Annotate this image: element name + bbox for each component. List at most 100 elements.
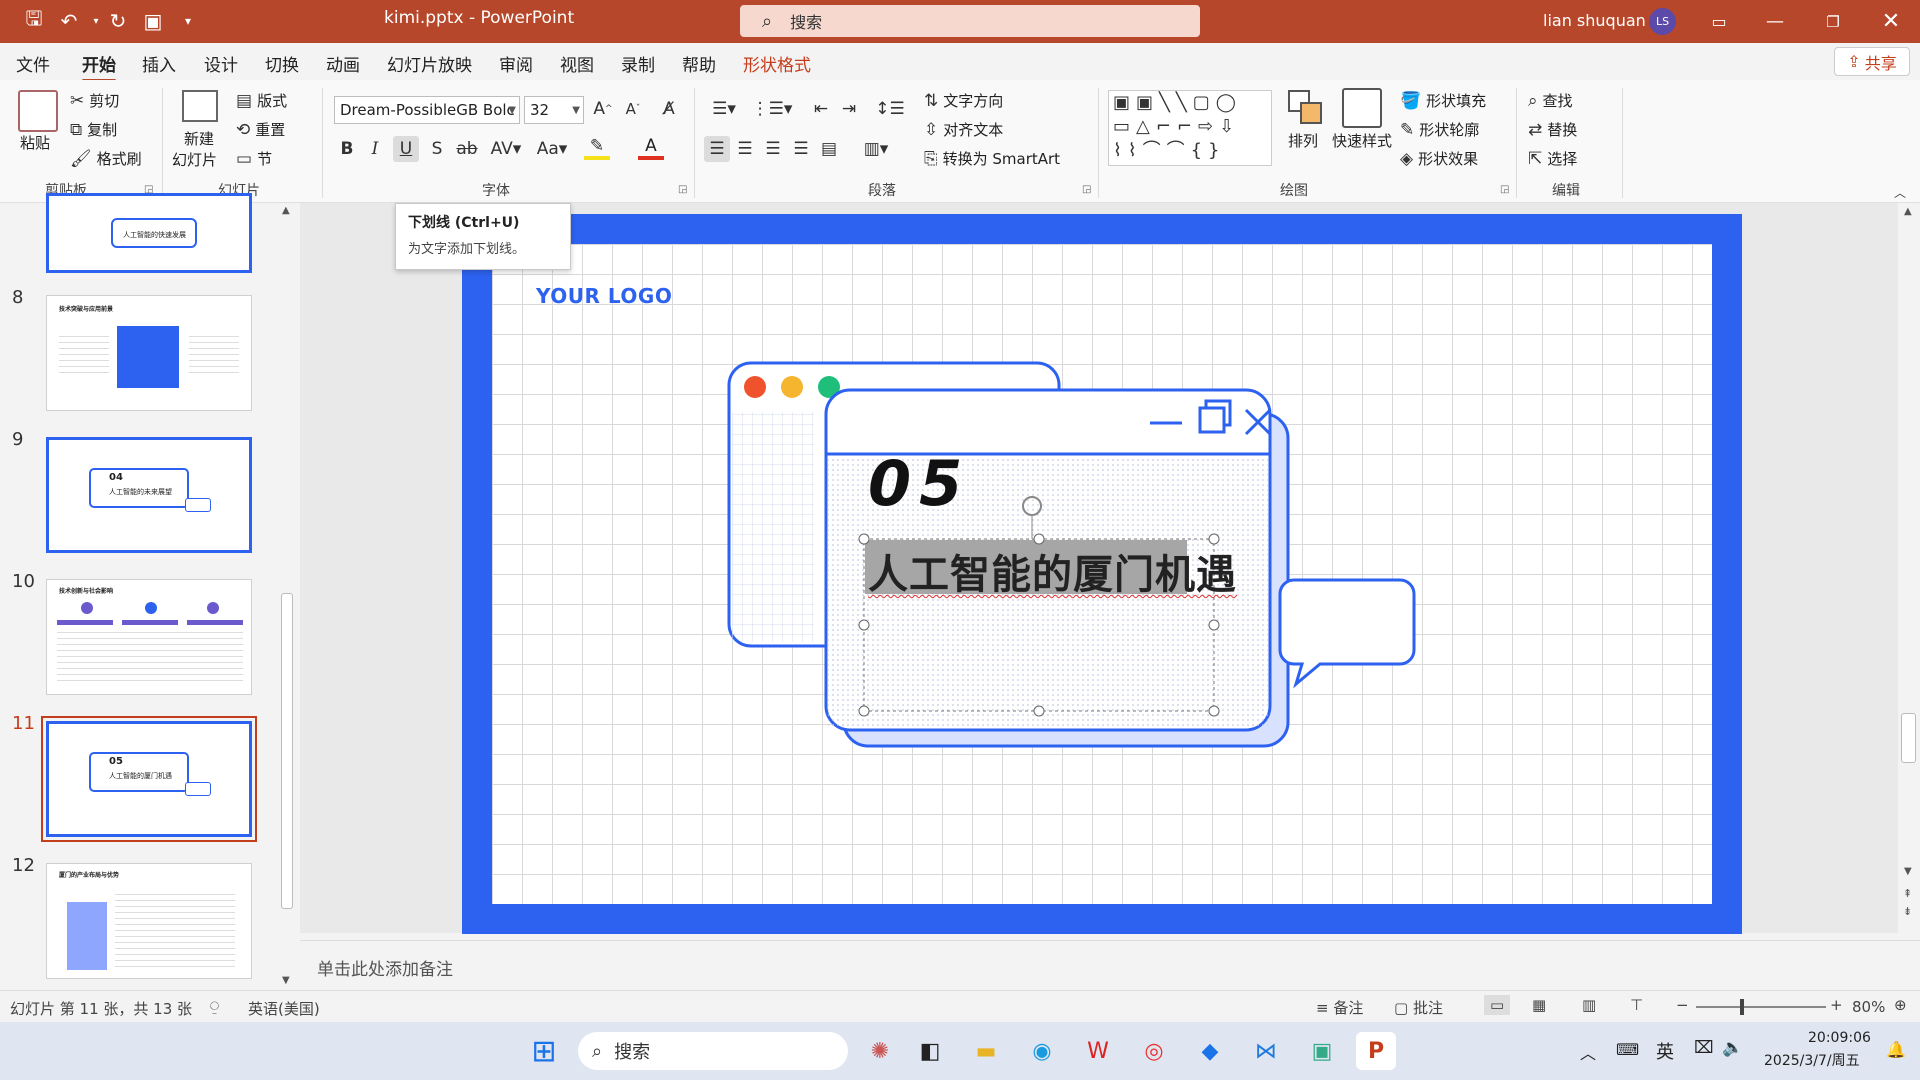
share-button[interactable]: ⇪ 共享 [1834, 47, 1910, 76]
current-slide[interactable]: YOUR LOGO 05 人工智能的厦门机遇 [462, 214, 1742, 934]
scrollbar-thumb[interactable] [281, 593, 293, 909]
increase-indent-icon[interactable]: ⇥ [836, 96, 862, 122]
smartart-button[interactable]: ⎘ 转换为 SmartArt [924, 148, 1060, 169]
slide-thumbnail-11[interactable]: 05 人工智能的厦门机遇 [41, 716, 257, 842]
powerpoint-icon[interactable]: P [1356, 1032, 1396, 1070]
tab-animations[interactable]: 动画 [326, 51, 360, 76]
comments-button[interactable]: ▢ 批注 [1394, 997, 1443, 1018]
align-left-icon[interactable]: ☰ [704, 136, 730, 162]
close-icon[interactable]: ✕ [1868, 0, 1914, 43]
scroll-down-icon[interactable]: ▼ [282, 975, 290, 986]
shrink-font-icon[interactable]: Aˇ [620, 96, 646, 122]
app-icon[interactable]: ◆ [1190, 1032, 1230, 1070]
scrollbar-thumb[interactable] [1901, 713, 1916, 763]
tab-design[interactable]: 设计 [204, 51, 238, 76]
zoom-in-icon[interactable]: + [1830, 996, 1843, 1014]
normal-view-icon[interactable]: ▭ [1484, 995, 1511, 1015]
bullets-icon[interactable]: ☰▾ [704, 96, 744, 122]
shape-effects-button[interactable]: ◈ 形状效果 [1400, 148, 1478, 169]
ribbon-display-icon[interactable]: ▭ [1696, 0, 1742, 43]
zoom-slider-handle[interactable] [1740, 999, 1744, 1015]
windows-start-icon[interactable]: ⊞ [524, 1032, 564, 1070]
quick-styles-label[interactable]: 快速样式 [1332, 130, 1392, 151]
redo-icon[interactable]: ↻ [104, 8, 132, 34]
columns-icon[interactable]: ▥▾ [856, 136, 896, 162]
change-case-icon[interactable]: Aa▾ [532, 136, 572, 162]
edge-icon[interactable]: ◉ [1022, 1032, 1062, 1070]
taskbar-search[interactable]: ⌕ 搜索 [578, 1032, 848, 1070]
replace-button[interactable]: ⇄ 替换 [1528, 119, 1577, 140]
distributed-icon[interactable]: ▤ [816, 136, 842, 162]
save-icon[interactable]: 🖫 [20, 6, 48, 34]
paste-icon[interactable] [18, 90, 58, 132]
clear-format-icon[interactable]: A̸ [656, 96, 682, 122]
user-name[interactable]: lian shuquan [1543, 11, 1646, 30]
thumbnail-scrollbar[interactable]: ▲ ▼ [278, 203, 298, 990]
ime-indicator[interactable]: 英 [1656, 1038, 1674, 1064]
minimize-icon[interactable]: — [1752, 0, 1798, 43]
collapse-ribbon-icon[interactable]: ︿ [1894, 184, 1906, 201]
zoom-slider[interactable] [1696, 1006, 1826, 1008]
undo-icon[interactable]: ↶ [55, 8, 83, 34]
grow-font-icon[interactable]: A ^ [590, 96, 616, 122]
keyboard-icon[interactable]: ⌨ [1616, 1040, 1639, 1059]
section-title[interactable]: 人工智能的厦门机遇 [868, 542, 1237, 600]
drawing-launcher-icon[interactable]: ◲ [1500, 184, 1509, 195]
char-spacing-icon[interactable]: AV▾ [486, 136, 526, 162]
slide-sorter-icon[interactable]: ▦ [1532, 996, 1546, 1014]
align-text-button[interactable]: ⇳ 对齐文本 [924, 119, 1003, 140]
tab-view[interactable]: 视图 [560, 51, 594, 76]
clock-time[interactable]: 20:09:06 [1808, 1030, 1871, 1046]
avatar[interactable]: LS [1649, 8, 1676, 35]
slide-thumbnail-10[interactable]: 技术创新与社会影响 [46, 579, 252, 695]
zoom-level[interactable]: 80% [1852, 998, 1885, 1016]
arrange-label[interactable]: 排列 [1288, 130, 1318, 151]
vscode-icon[interactable]: ⋈ [1246, 1032, 1286, 1070]
line-spacing-icon[interactable]: ↕☰ [870, 96, 910, 122]
network-icon[interactable]: ⌧ [1694, 1038, 1714, 1058]
tab-record[interactable]: 录制 [621, 51, 655, 76]
tab-insert[interactable]: 插入 [142, 51, 176, 76]
slide-scrollbar[interactable]: ▲ ▼ ⇞ ⇟ [1898, 203, 1920, 933]
italic-icon[interactable]: I [362, 136, 388, 162]
tab-transitions[interactable]: 切换 [265, 51, 299, 76]
section-button[interactable]: ▭ 节 [236, 148, 272, 169]
font-name-combo[interactable]: Dream-PossibleGB Bolc ▼ [334, 96, 520, 124]
clock-date[interactable]: 2025/3/7/周五 [1764, 1050, 1860, 1070]
tab-home[interactable]: 开始 [82, 51, 116, 82]
language-indicator[interactable]: 英语(美国) [248, 998, 320, 1019]
new-slide-icon[interactable] [182, 90, 218, 122]
reading-view-icon[interactable]: ▥ [1582, 996, 1596, 1014]
quick-styles-icon[interactable] [1342, 88, 1382, 128]
tab-review[interactable]: 审阅 [499, 51, 533, 76]
scroll-down-icon[interactable]: ▼ [1904, 866, 1912, 877]
section-number[interactable]: 05 [868, 447, 970, 520]
restore-icon[interactable]: ❐ [1810, 0, 1856, 43]
font-size-combo[interactable]: 32 ▼ [524, 96, 584, 124]
strikethrough-icon[interactable]: ab [454, 136, 480, 162]
chrome-icon[interactable]: ◎ [1134, 1032, 1174, 1070]
shadow-icon[interactable]: S [424, 136, 450, 162]
numbering-icon[interactable]: ⋮☰▾ [752, 96, 793, 122]
next-slide-icon[interactable]: ⇟ [1903, 905, 1912, 918]
underline-icon[interactable]: U [393, 136, 419, 162]
select-button[interactable]: ⇱ 选择 [1528, 148, 1577, 169]
task-view-icon[interactable]: ◧ [910, 1032, 950, 1070]
fit-to-window-icon[interactable]: ⊕ [1894, 996, 1907, 1014]
tab-slideshow[interactable]: 幻灯片放映 [387, 51, 472, 76]
notes-pane[interactable]: 单击此处添加备注 [300, 940, 1920, 990]
scroll-up-icon[interactable]: ▲ [1904, 206, 1912, 217]
present-icon[interactable]: ▣ [139, 8, 167, 34]
format-painter-button[interactable]: 🖌 格式刷 [70, 148, 142, 169]
notification-bell-icon[interactable]: 🔔 [1886, 1040, 1906, 1059]
find-button[interactable]: ⌕ 查找 [1528, 90, 1573, 111]
paste-button[interactable]: 粘贴 [20, 132, 50, 153]
bold-icon[interactable]: B [334, 136, 360, 162]
new-slide-label-1[interactable]: 新建 [184, 128, 214, 149]
highlight-icon[interactable]: ✎ [584, 136, 610, 160]
tray-overflow-icon[interactable]: ︿ [1580, 1040, 1596, 1064]
tab-shape-format[interactable]: 形状格式 [743, 51, 811, 76]
file-explorer-icon[interactable]: ▬ [966, 1032, 1006, 1070]
previous-slide-icon[interactable]: ⇞ [1903, 887, 1912, 900]
reset-button[interactable]: ⟲ 重置 [236, 119, 285, 140]
